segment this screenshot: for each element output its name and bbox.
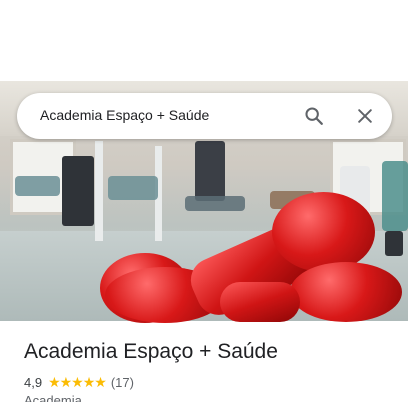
- search-bar[interactable]: Academia Espaço + Saúde: [17, 93, 392, 139]
- close-icon[interactable]: [353, 104, 377, 128]
- place-category: Academia: [24, 393, 82, 402]
- dumbbell-icon: [272, 192, 375, 272]
- dumbbell-icon: [290, 262, 402, 322]
- search-input[interactable]: Academia Espaço + Saúde: [40, 107, 209, 123]
- place-title: Academia Espaço + Saúde: [24, 340, 278, 363]
- review-count[interactable]: (17): [111, 375, 134, 390]
- photo-wheel: [385, 231, 403, 256]
- photo-machine: [185, 196, 245, 211]
- star-rating-icon: ★★★★★: [48, 374, 107, 390]
- rating-value: 4,9: [24, 375, 43, 390]
- search-icon[interactable]: [302, 104, 326, 128]
- dumbbell-icon: [220, 282, 300, 322]
- photo-machine: [62, 156, 94, 226]
- photo-machine: [108, 176, 158, 200]
- maps-place-panel: Academia Espaço + Saúde Academia Espaço …: [0, 0, 408, 402]
- rating-row[interactable]: 4,9 ★★★★★ (17): [24, 374, 134, 391]
- photo-machine: [15, 176, 60, 196]
- photo-pole: [95, 141, 103, 241]
- photo-person: [195, 141, 225, 201]
- photo-machine: [382, 161, 408, 231]
